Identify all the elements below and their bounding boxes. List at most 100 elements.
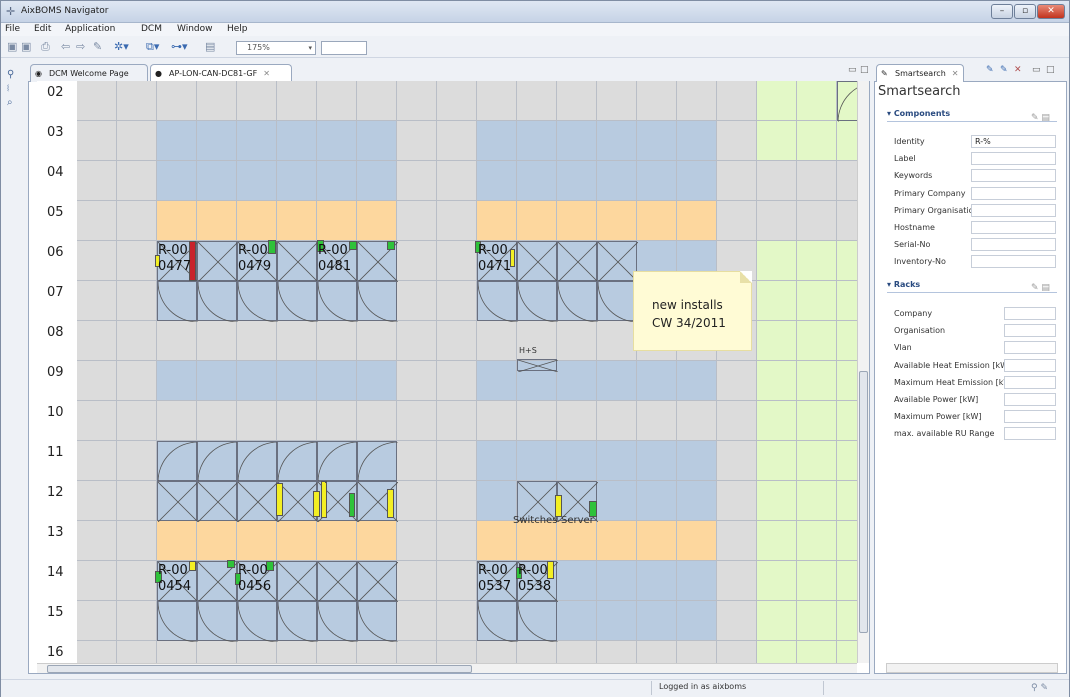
back-icon[interactable]: ⇦	[61, 40, 70, 53]
grid-tile[interactable]	[197, 321, 237, 361]
grid-tile[interactable]	[117, 561, 157, 601]
grid-tile[interactable]	[437, 241, 477, 281]
grid-tile[interactable]	[237, 201, 277, 241]
rack-door[interactable]	[597, 281, 638, 322]
field-input[interactable]	[1004, 410, 1056, 424]
grid-tile[interactable]	[637, 561, 677, 601]
grid-tile[interactable]	[797, 201, 837, 241]
print-icon[interactable]: ⎙	[41, 40, 50, 54]
rack-placeholder[interactable]	[277, 241, 318, 282]
floor-plan-grid[interactable]: 02 03 04 05 06 07 08 09 10 11 12 13 14 15 16 H+S R-00 04…	[37, 81, 857, 663]
grid-tile[interactable]	[717, 201, 757, 241]
grid-tile[interactable]	[517, 321, 557, 361]
grid-tile[interactable]	[717, 601, 757, 641]
zoom-select[interactable]: 175% ▾	[236, 41, 316, 55]
rack-door[interactable]	[277, 441, 318, 482]
grid-tile[interactable]	[597, 161, 637, 201]
field-input[interactable]: R-%	[971, 135, 1056, 148]
grid-tile[interactable]	[797, 241, 837, 281]
rack-label[interactable]: R-00 0454	[158, 563, 191, 595]
grid-tile[interactable]	[157, 401, 197, 441]
grid-tile[interactable]	[397, 281, 437, 321]
grid-tile[interactable]	[357, 521, 397, 561]
grid-tile[interactable]	[597, 81, 637, 121]
grid-tile[interactable]	[837, 281, 857, 321]
rack-door[interactable]	[277, 601, 318, 642]
minimize-button[interactable]: –	[991, 4, 1013, 19]
tab-floorplan[interactable]: ● AP-LON-CAN-DC81-GF ✕	[150, 64, 292, 82]
layout-icon[interactable]: ▤	[205, 40, 215, 53]
grid-tile[interactable]	[397, 521, 437, 561]
grid-tile[interactable]	[757, 241, 797, 281]
grid-tile[interactable]	[557, 361, 597, 401]
grid-tile[interactable]	[197, 201, 237, 241]
section-actions-icon[interactable]: ✎ ▤	[1031, 283, 1050, 293]
grid-tile[interactable]	[757, 281, 797, 321]
grid-tile[interactable]	[437, 361, 477, 401]
grid-tile[interactable]	[757, 161, 797, 201]
grid-tile[interactable]	[397, 161, 437, 201]
grid-tile[interactable]	[757, 321, 797, 361]
grid-tile[interactable]	[837, 601, 857, 641]
rack-door[interactable]	[517, 281, 558, 322]
grid-tile[interactable]	[77, 361, 117, 401]
maximize-view-icon[interactable]: □	[860, 65, 869, 75]
racks-section-header[interactable]: ▾ Racks	[887, 280, 920, 289]
grid-tile[interactable]	[637, 201, 677, 241]
grid-tile[interactable]	[517, 441, 557, 481]
grid-tile[interactable]	[437, 201, 477, 241]
grid-tile[interactable]	[797, 521, 837, 561]
tab-close-icon[interactable]: ✕	[263, 69, 270, 78]
panel-horizontal-scrollbar[interactable]	[886, 663, 1058, 673]
grid-tile[interactable]	[677, 81, 717, 121]
edit-icon[interactable]: ✎	[93, 40, 102, 53]
grid-tile[interactable]	[797, 321, 837, 361]
grid-tile[interactable]	[197, 81, 237, 121]
section-actions-icon[interactable]: ✎ ▤	[1031, 113, 1050, 123]
grid-tile[interactable]	[677, 401, 717, 441]
rack-placeholder[interactable]	[157, 481, 198, 522]
grid-tile[interactable]	[77, 281, 117, 321]
grid-tile[interactable]	[437, 601, 477, 641]
grid-tile[interactable]	[677, 201, 717, 241]
grid-tile[interactable]	[837, 441, 857, 481]
rack-placeholder[interactable]	[197, 241, 238, 282]
grid-tile[interactable]	[757, 441, 797, 481]
grid-tile[interactable]	[797, 441, 837, 481]
grid-tile[interactable]	[437, 481, 477, 521]
rack-placeholder[interactable]	[317, 561, 358, 602]
grid-tile[interactable]	[277, 121, 317, 161]
grid-tile[interactable]	[717, 361, 757, 401]
grid-tile[interactable]	[437, 441, 477, 481]
grid-tile[interactable]	[397, 81, 437, 121]
grid-tile[interactable]	[117, 641, 157, 663]
grid-tile[interactable]	[757, 481, 797, 521]
field-input[interactable]	[1004, 375, 1056, 389]
grid-tile[interactable]	[597, 321, 637, 361]
grid-tile[interactable]	[677, 561, 717, 601]
grid-tile[interactable]	[637, 401, 677, 441]
grid-tile[interactable]	[597, 401, 637, 441]
menu-window[interactable]: Window	[177, 24, 213, 34]
field-input[interactable]	[1004, 341, 1056, 355]
grid-tile[interactable]	[317, 201, 357, 241]
scroll-thumb[interactable]	[859, 371, 868, 633]
grid-tile[interactable]	[637, 361, 677, 401]
rack-placeholder[interactable]	[197, 481, 238, 522]
grid-tile[interactable]	[597, 601, 637, 641]
tab-dcm-welcome[interactable]: ◉ DCM Welcome Page	[30, 64, 148, 82]
grid-tile[interactable]	[517, 81, 557, 121]
hierarchy-icon[interactable]: ⊶▾	[171, 40, 188, 53]
rack-placeholder[interactable]	[237, 481, 278, 522]
rack-door[interactable]	[157, 601, 198, 642]
grid-tile[interactable]	[597, 361, 637, 401]
rack-placeholder[interactable]	[277, 481, 318, 522]
grid-tile[interactable]	[557, 441, 597, 481]
rack-label[interactable]: R-00 0477	[158, 243, 191, 275]
scroll-thumb[interactable]	[47, 665, 472, 673]
grid-tile[interactable]	[837, 641, 857, 663]
field-input[interactable]	[1004, 307, 1056, 320]
grid-tile[interactable]	[117, 281, 157, 321]
grid-tile[interactable]	[237, 321, 277, 361]
grid-tile[interactable]	[277, 641, 317, 663]
